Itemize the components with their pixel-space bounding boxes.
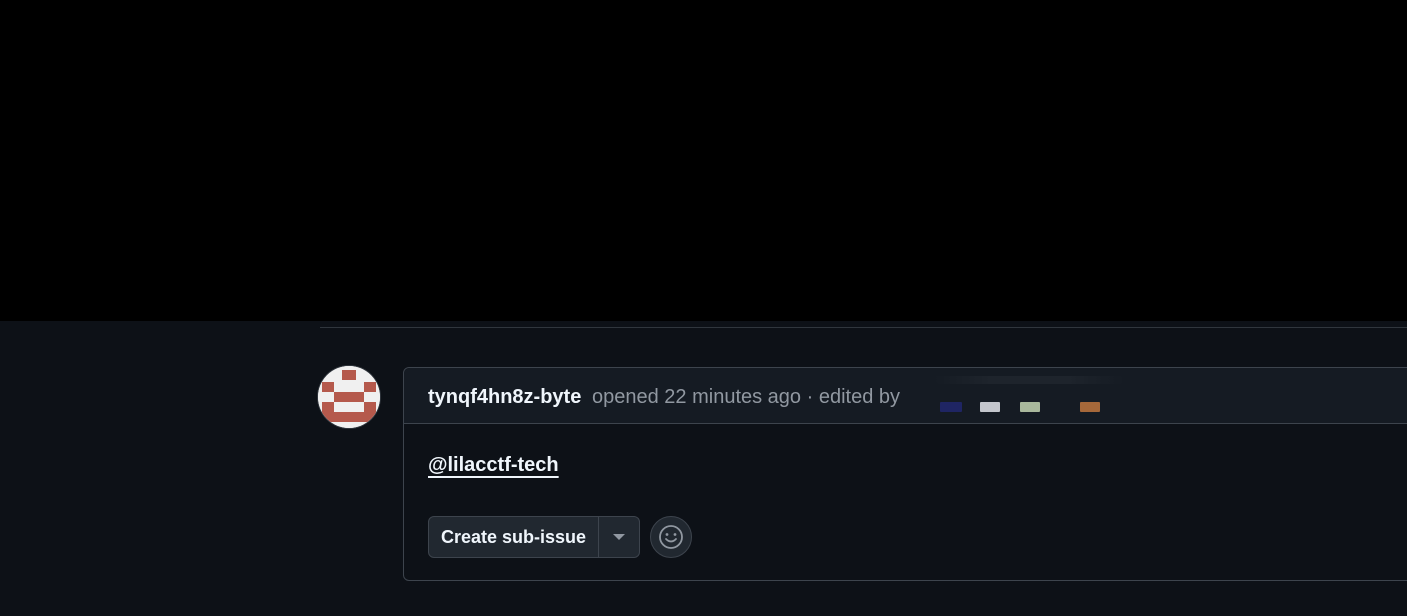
create-sub-issue-split-button: Create sub-issue: [428, 516, 641, 558]
redaction-line: [934, 376, 1124, 384]
smiley-icon: [659, 525, 683, 549]
comment-body: @lilacctf-tech: [428, 454, 559, 477]
edited-by-redacted[interactable]: [924, 374, 1124, 420]
create-sub-issue-button[interactable]: Create sub-issue: [429, 517, 598, 557]
author-link[interactable]: tynqf4hn8z-byte: [428, 386, 581, 409]
top-black-area: [0, 0, 1407, 321]
issue-page: tynqf4hn8z-byte opened 22 minutes ago · …: [0, 321, 1407, 616]
add-reaction-button[interactable]: [650, 516, 693, 558]
redacted-blob: [980, 402, 1000, 412]
author-avatar[interactable]: [318, 366, 380, 428]
comment-header: tynqf4hn8z-byte opened 22 minutes ago · …: [404, 368, 1407, 424]
comment-actions: Create sub-issue: [428, 516, 693, 558]
identicon-icon: [318, 366, 380, 428]
redacted-blob: [1020, 402, 1040, 412]
redacted-blob: [940, 402, 962, 412]
triangle-down-icon: [613, 534, 626, 540]
issue-comment: tynqf4hn8z-byte opened 22 minutes ago · …: [403, 367, 1407, 581]
user-mention-link[interactable]: @lilacctf-tech: [428, 454, 559, 476]
comment-meta: opened 22 minutes ago · edited by: [592, 386, 900, 408]
timeline-divider: [320, 327, 1407, 328]
redacted-blob: [1080, 402, 1100, 412]
sub-issue-dropdown-button[interactable]: [599, 517, 639, 557]
